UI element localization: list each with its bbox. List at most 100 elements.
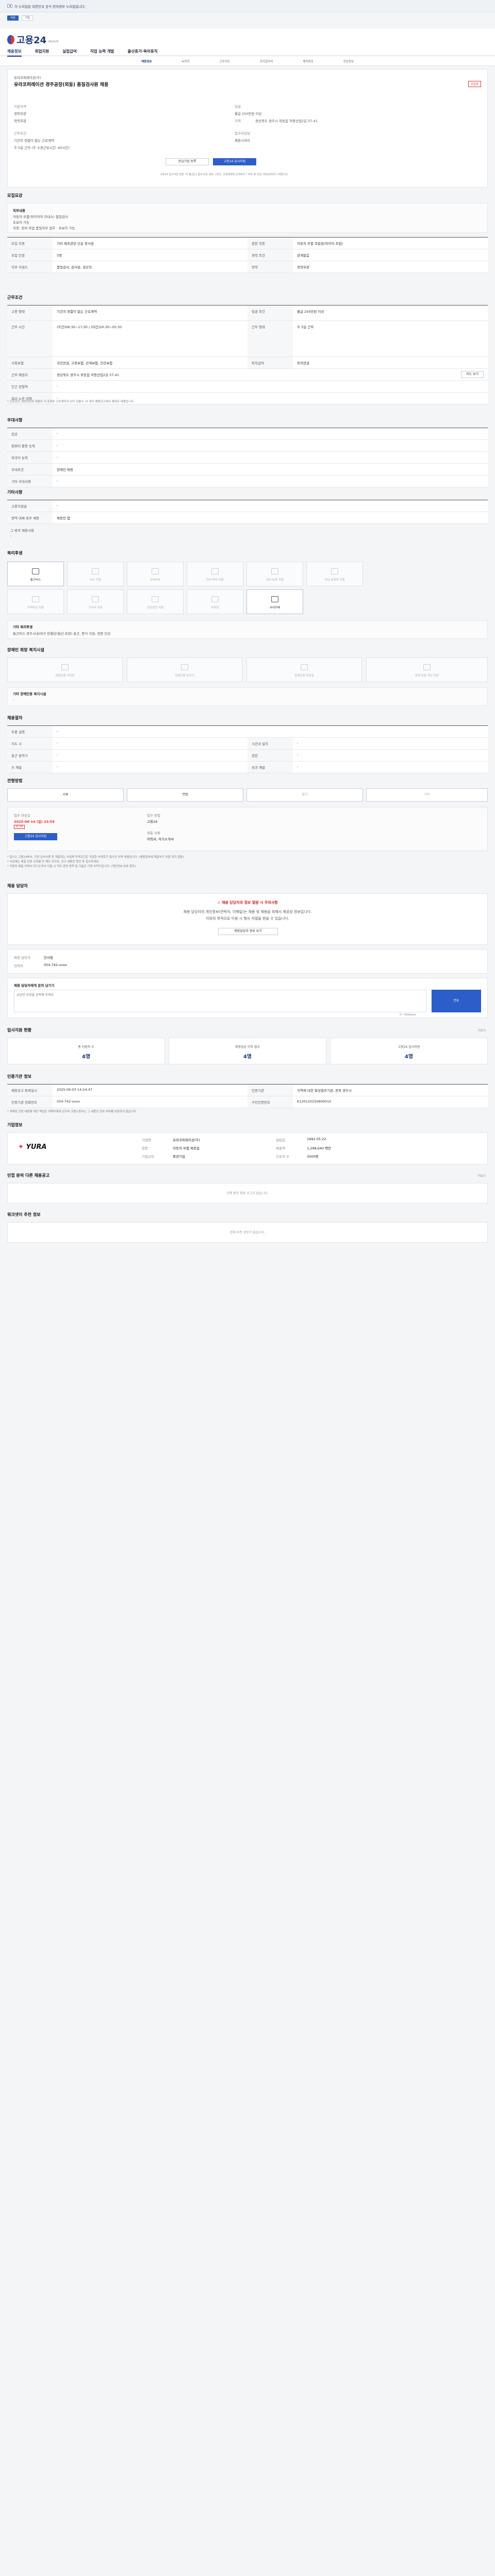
duty-line-1: 자동차 부품(와이어하 하네스) 품질검사 bbox=[13, 215, 68, 219]
stats-more-link[interactable]: 더보기 bbox=[478, 1028, 486, 1032]
table-row: 외국어 능력 - bbox=[7, 452, 488, 464]
subnav-jobs[interactable]: 채용정보 bbox=[141, 59, 152, 63]
prefs-title: 우대사항 bbox=[7, 418, 23, 422]
recruit-table: 모집 직종 기타 제조관련 단순 종사원 관련 직종 자동차 부품 조립원(와이어 조… bbox=[7, 237, 488, 273]
mode-tab-kr[interactable]: 국문 bbox=[7, 15, 19, 21]
child-icon bbox=[271, 568, 278, 574]
employment-value: 기간의 정함이 없는 근로계약 bbox=[14, 139, 54, 143]
dday-badge: D-14 bbox=[14, 825, 25, 829]
nav-item-leave[interactable]: 출산휴가·육아휴직 bbox=[127, 48, 157, 57]
disability-tile: 장애인용 주차장 bbox=[7, 657, 123, 682]
logo[interactable]: 고용24 Work24 bbox=[7, 33, 58, 46]
docs-label: 제출 서류 bbox=[147, 831, 160, 835]
restroom-icon bbox=[301, 664, 308, 670]
contact-info: 채용 담당자 인사팀 연락처 054-742-xxxx bbox=[7, 949, 488, 974]
nav-item-training[interactable]: 직업 능력 개발 bbox=[90, 48, 114, 57]
welfare-detail: 기타 복리후생 통근버스 경주시내/대구 반월당(울산 포항) 출근, 중식 지… bbox=[7, 620, 488, 639]
char-count: 0 / 500byte bbox=[400, 1013, 416, 1016]
table-row: 인근 전철역 - bbox=[7, 381, 488, 393]
mode-switch: 국문 기업 bbox=[7, 15, 33, 21]
nav-item-support[interactable]: 취업지원 bbox=[35, 48, 50, 57]
location-label: 지역 bbox=[235, 119, 241, 123]
table-row: 기타 우대사항 - bbox=[7, 476, 488, 487]
method-label: 접수 방법 bbox=[147, 814, 160, 818]
conditions-title: 근무조건 bbox=[7, 295, 23, 300]
nav-item-jobs[interactable]: 채용정보 bbox=[7, 48, 22, 57]
welfare-tile: 주택자금 지원 bbox=[7, 589, 64, 614]
company-card: ✦ YURA 기업명 유라코퍼레이션(주) 설립일 1992.05.22 업종 자동차 … bbox=[7, 1132, 488, 1164]
table-row: 모집 인원 5명 경력 조건 관계없음 bbox=[7, 249, 488, 261]
question-textarea[interactable] bbox=[14, 990, 426, 1012]
house-icon bbox=[32, 596, 39, 602]
parking-icon bbox=[61, 664, 69, 670]
step-interview: 면접 bbox=[127, 788, 243, 802]
deadline-label: 접수마감일 bbox=[235, 131, 250, 135]
childcare-icon bbox=[331, 568, 338, 574]
mode-tab-biz[interactable]: 기업 bbox=[22, 15, 33, 21]
table-row: 사회보험 국민연금, 고용보험, 산재보험, 건강보험 퇴직급여 퇴직연금 bbox=[7, 357, 488, 369]
step-docs: 서류 bbox=[7, 788, 124, 802]
welfare-tile: 자녀 보육 지원 bbox=[246, 562, 303, 586]
table-row: 전공 - bbox=[7, 428, 488, 440]
apply-button-2[interactable]: 고용24 입사지원 bbox=[14, 833, 57, 840]
employment-label: 근무조건 bbox=[14, 131, 26, 135]
table-row: 직무 키워드 품질검사, 검사원, 생산직 학력 학력무관 bbox=[7, 261, 488, 273]
bus-icon bbox=[32, 568, 39, 574]
welfare-tile: 사내식당 bbox=[127, 562, 184, 586]
job-title: 유라코퍼레이션 경주공장(외동) 품질검사원 채용 bbox=[14, 82, 109, 88]
conditions-table: 고용 형태 기간의 정함이 없는 근로계약 임금 조건 월급 250만원 이상 근무 … bbox=[7, 305, 488, 404]
duty-label: 직무내용 bbox=[13, 209, 25, 213]
question-submit[interactable]: 전송 bbox=[432, 990, 481, 1012]
wage-label: 임금 bbox=[235, 105, 241, 109]
main-nav: 채용정보 취업지원 실업급여 직업 능력 개발 출산휴가·육아휴직 bbox=[7, 48, 158, 57]
welfare-tile: 사내카페 bbox=[246, 589, 303, 614]
gov-banner: 이 누리집은 대한민국 공식 전자정부 누리집입니다. bbox=[0, 0, 495, 12]
apply-notes: * 접수는 고용24에서, 지정 입사서류 등 제출하는 사업체 자격조건은 직… bbox=[7, 856, 185, 868]
subnav-map[interactable]: 근무지도 bbox=[220, 59, 230, 63]
subnav-ai[interactable]: AI추천 bbox=[182, 59, 190, 63]
subnav-korea[interactable]: 한국일자리 bbox=[260, 59, 273, 63]
bottom-title: 워크넷이 추천 정보 bbox=[7, 1212, 41, 1217]
logo-icon bbox=[7, 35, 14, 44]
logo-mark-icon: ✦ bbox=[18, 1143, 24, 1151]
similar-more-link[interactable]: 더보기 bbox=[478, 1174, 486, 1178]
work-type-value: 주 5일 근무 (주 소정근로시간: 40시간) bbox=[14, 146, 70, 150]
header: 고용24 Work24 채용정보 취업지원 실업급여 직업 능력 개발 출산휴가·… bbox=[0, 29, 495, 57]
similar-title: 인접 분의 다른 채용공고 bbox=[7, 1173, 50, 1178]
stat-card: 총 지원자 수 4명 bbox=[7, 1038, 165, 1064]
status-badge: 모집중 bbox=[468, 81, 481, 87]
welfare-tile: 통근버스 bbox=[7, 562, 64, 586]
welfare-tile: 식사 지원 bbox=[67, 562, 124, 586]
qual-label: 지원자격 bbox=[14, 105, 26, 109]
duty-extra: 직종: 장비 작업 품질직무 업무 · 초보자 가능 bbox=[13, 226, 75, 230]
company-logo: ✦ YURA bbox=[18, 1143, 47, 1151]
recruit-title: 모집요강 bbox=[7, 193, 23, 198]
subnav-abroad[interactable]: 해외취업 bbox=[303, 59, 313, 63]
contact-question: 채용 담당자에게 문의 남기기 0 / 500byte 전송 bbox=[7, 978, 488, 1018]
apply-title: 전형방법 bbox=[7, 778, 23, 783]
deadline-label: 접수 마감일 bbox=[14, 814, 30, 818]
sub-nav: 채용정보 AI추천 근무지도 한국일자리 해외취업 전문정보 bbox=[0, 57, 495, 66]
welfare-title: 복리후생 bbox=[7, 551, 23, 555]
conditions-note: * 근로조건 과반이상의 내용이 기 조회부 근로계약과 상이 있을수, 이 경… bbox=[7, 400, 135, 403]
interest-button[interactable]: 관심기업 등록 bbox=[166, 158, 209, 165]
deadline-value: 채용시까지 bbox=[235, 139, 250, 143]
table-row: 출근 원하기 - 관련 - bbox=[7, 750, 488, 761]
info-note: * 게재된 관련 내용에 대한 책임은 게재자에게 있으며 고용노동부는 그 내… bbox=[7, 1110, 137, 1113]
step-other: 기타 bbox=[366, 788, 488, 802]
apply-button[interactable]: 고용24 입사지원 bbox=[213, 158, 256, 165]
reveal-contact-button[interactable]: 채용담당자 정보 보기 bbox=[218, 928, 278, 935]
wage-value: 월급 250만원 이상 bbox=[235, 112, 262, 116]
apply-box: 접수 마감일 2025-06-14 (일) 23:59 D-14 고용24 입사… bbox=[7, 807, 488, 851]
nav-item-benefit[interactable]: 실업급여 bbox=[62, 48, 77, 57]
duty-box: 직무내용 자동차 부품(와이어하 하네스) 품질검사 초보자 가능 직종: 장비… bbox=[7, 203, 488, 233]
warning-title: ⚠ 채용 담당자의 정보 열람 시 주의사항 bbox=[217, 901, 278, 905]
info-table: 채용공고 등록일시 2025-06-03 14:24:47 인증기관 지역에 대한 화… bbox=[7, 1084, 488, 1108]
subnav-expert[interactable]: 전문정보 bbox=[343, 59, 354, 63]
table-row: 근무 시간 (주간)08:30~17:30 / (야간)20:30~05:30 근무… bbox=[7, 321, 488, 357]
flag-icon bbox=[7, 4, 12, 8]
process-table: 부품 설명 - 지도 시 - 시간내 설치 - 출근 원하기 - 관련 - 수 계발 - 성과 계… bbox=[7, 725, 488, 773]
disability-detail: 기타 장애인용 복지시설 - bbox=[7, 687, 488, 706]
table-row: 모집 직종 기타 제조관련 단순 종사원 관련 직종 자동차 부품 조립원(와이어 조… bbox=[7, 238, 488, 249]
map-button[interactable]: 지도 보기 bbox=[461, 371, 484, 378]
